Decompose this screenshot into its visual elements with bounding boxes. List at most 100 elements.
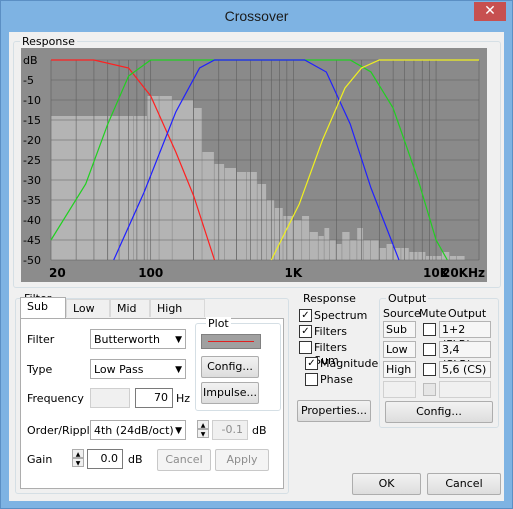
- filter-type-value: Butterworth: [94, 333, 160, 346]
- output-config-button[interactable]: Config...: [385, 401, 493, 423]
- spectrum-bar: [246, 172, 257, 260]
- magnitude-checkbox[interactable]: ✓: [305, 357, 318, 370]
- plot-config-button[interactable]: Config...: [201, 356, 259, 378]
- filter-type-select[interactable]: Butterworth ▼: [90, 329, 186, 349]
- response-graph-group: Response dB -5 -10 -15 -20 -25 -30 -35 -40 -45 -50…: [13, 35, 501, 288]
- close-button[interactable]: ✕: [474, 2, 506, 21]
- y-tick-label: -20: [23, 134, 41, 147]
- spectrum-bar: [324, 228, 330, 260]
- ripple-input: -0.1: [212, 420, 248, 440]
- spin-up-icon[interactable]: ▲: [197, 420, 209, 429]
- spectrum-bar: [302, 216, 310, 260]
- filter-cancel-button[interactable]: Cancel: [157, 449, 211, 471]
- tab-sub[interactable]: Sub: [20, 297, 66, 318]
- y-tick-label: -45: [23, 234, 41, 247]
- filters-label: Filters: [314, 325, 347, 338]
- crossover-window: Crossover ✕ Response dB -5 -10 -15 -20 -25 -30…: [0, 0, 513, 509]
- spectrum-bar: [425, 256, 433, 260]
- output-cell-empty: [439, 381, 491, 398]
- filters-sum-checkbox[interactable]: [299, 341, 312, 354]
- tab-high-label: High: [157, 302, 183, 315]
- properties-button[interactable]: Properties...: [297, 400, 371, 422]
- plot-color-swatch[interactable]: [201, 334, 261, 349]
- spectrum-bar: [401, 248, 409, 260]
- tab-low[interactable]: Low: [66, 299, 110, 317]
- title-bar[interactable]: Crossover ✕: [1, 1, 512, 31]
- mute-checkbox-empty: [423, 383, 436, 396]
- gain-spinner[interactable]: ▲ ▼: [72, 449, 84, 469]
- phase-checkbox[interactable]: [305, 373, 318, 386]
- filter-type-label: Filter: [27, 333, 55, 346]
- spectrum-bar: [51, 116, 108, 260]
- tab-high[interactable]: High: [150, 299, 205, 317]
- output-cell-high[interactable]: 5,6 (CS): [439, 361, 491, 378]
- spectrum-bar: [363, 240, 371, 260]
- spectrum-bar: [274, 208, 283, 260]
- spectrum-bar: [336, 244, 342, 260]
- filter-apply-button[interactable]: Apply: [215, 449, 269, 471]
- output-cell-low[interactable]: 3,4 (SLR): [439, 341, 491, 371]
- spectrum-bar: [318, 236, 324, 260]
- response-chart: dB-5-10-15-20-25-30-35-40-45-5020 100 1K 10…: [21, 48, 487, 282]
- gain-input[interactable]: 0.0: [87, 449, 123, 469]
- spectrum-bar: [350, 240, 357, 260]
- mute-checkbox-sub[interactable]: [423, 323, 436, 336]
- spectrum-bar: [133, 116, 147, 260]
- ripple-spinner[interactable]: ▲ ▼: [197, 420, 209, 440]
- output-header: Output: [448, 307, 487, 320]
- frequency-slider-box: [90, 388, 130, 408]
- output-group: Output Source Mute Output Sub 1+2 (FLR) …: [379, 292, 499, 428]
- response-options-group: Response ✓ Spectrum ✓ Filters Filters Su…: [294, 292, 379, 392]
- source-cell-high[interactable]: High: [383, 361, 416, 378]
- mute-header: Mute: [419, 307, 447, 320]
- spectrum-label: Spectrum: [314, 309, 368, 322]
- spectrum-bar: [283, 216, 293, 260]
- y-tick-label: -25: [23, 154, 41, 167]
- spectrum-bar: [107, 116, 134, 260]
- spectrum-bar: [214, 164, 225, 260]
- order-select[interactable]: 4th (24dB/oct) ▼: [90, 420, 186, 440]
- output-cell-sub[interactable]: 1+2 (FLR): [439, 321, 491, 351]
- tab-mid[interactable]: Mid: [110, 299, 150, 317]
- x-tick-label: 20: [49, 266, 66, 280]
- x-tick-label: 100: [138, 266, 163, 280]
- chevron-down-icon: ▼: [175, 426, 182, 436]
- frequency-unit: Hz: [176, 392, 191, 405]
- phase-label: Phase: [320, 373, 353, 386]
- frequency-label: Frequency: [27, 392, 84, 405]
- gain-unit: dB: [128, 453, 143, 466]
- spectrum-checkbox[interactable]: ✓: [299, 309, 312, 322]
- source-cell-sub[interactable]: Sub: [383, 321, 416, 338]
- gain-label: Gain: [27, 453, 53, 466]
- dialog-client: Response dB -5 -10 -15 -20 -25 -30 -35 -40 -45 -50…: [9, 32, 504, 501]
- mute-checkbox-high[interactable]: [423, 363, 436, 376]
- filters-checkbox[interactable]: ✓: [299, 325, 312, 338]
- spectrum-bar: [266, 200, 275, 260]
- order-ripple-label: Order/Ripple: [27, 424, 97, 437]
- source-cell-low[interactable]: Low: [383, 341, 416, 358]
- y-tick-label: -10: [23, 94, 41, 107]
- mute-checkbox-low[interactable]: [423, 343, 436, 356]
- frequency-input[interactable]: 70: [135, 388, 173, 408]
- pass-type-value: Low Pass: [94, 363, 144, 376]
- cancel-button[interactable]: Cancel: [427, 473, 501, 495]
- spectrum-bar: [418, 252, 426, 260]
- spin-down-icon[interactable]: ▼: [72, 458, 84, 467]
- spectrum-bar: [224, 168, 237, 260]
- ok-button[interactable]: OK: [352, 473, 421, 495]
- spectrum-bar: [329, 240, 336, 260]
- spin-down-icon[interactable]: ▼: [197, 429, 209, 438]
- spin-up-icon[interactable]: ▲: [72, 449, 84, 458]
- pass-type-select[interactable]: Low Pass ▼: [90, 359, 186, 379]
- spectrum-bar: [409, 252, 418, 260]
- plot-group: Plot Config... Impulse...: [195, 317, 281, 411]
- ripple-unit: dB: [252, 424, 267, 437]
- plot-group-label: Plot: [206, 317, 231, 330]
- impulse-button[interactable]: Impulse...: [201, 382, 259, 404]
- y-tick-label: -35: [23, 194, 41, 207]
- tab-low-label: Low: [73, 302, 95, 315]
- source-cell-empty: [383, 381, 416, 398]
- window-title: Crossover: [224, 8, 289, 24]
- magnitude-label: Magnitude: [320, 357, 379, 370]
- y-tick-label: -50: [23, 254, 41, 267]
